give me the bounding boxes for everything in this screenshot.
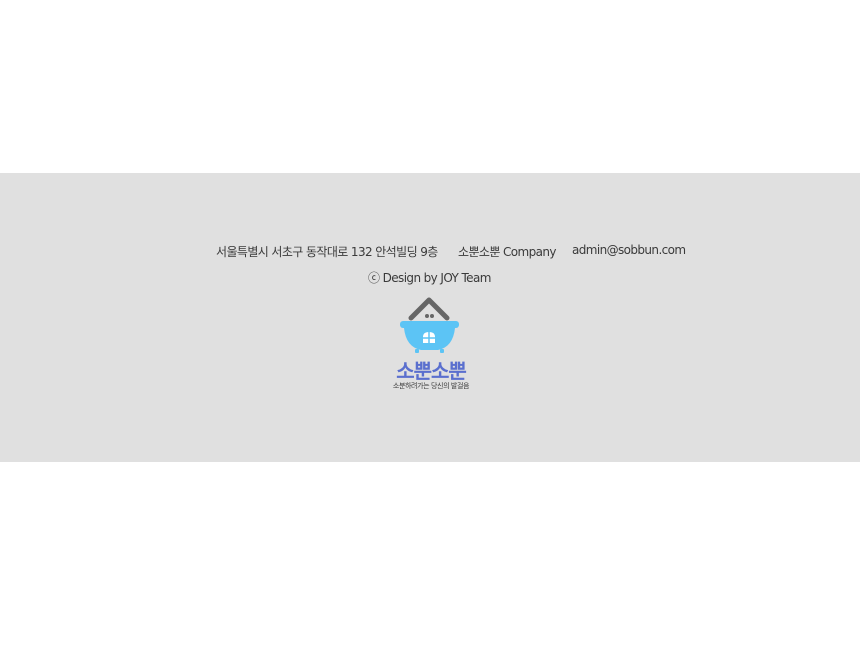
footer-logo[interactable]: 소뿐소뿐 소분하려가는 당신의 발걸음: [384, 295, 478, 395]
footer-address: 서울특별시 서초구 동작대로 132 안석빌딩 9층: [216, 245, 438, 259]
logo-name: 소뿐소뿐: [396, 359, 467, 383]
footer-email: admin@sobbun.com: [572, 243, 686, 257]
footer-info-row: 서울특별시 서초구 동작대로 132 안석빌딩 9층 소뿐소뿐 Company …: [0, 243, 860, 259]
footer-company: 소뿐소뿐 Company: [458, 245, 556, 259]
site-footer: 서울특별시 서초구 동작대로 132 안석빌딩 9층 소뿐소뿐 Company …: [0, 173, 860, 462]
page: 서울특별시 서초구 동작대로 132 안석빌딩 9층 소뿐소뿐 Company …: [0, 0, 862, 671]
house-bathtub-icon: [400, 297, 459, 353]
logo-tagline: 소분하려가는 당신의 발걸음: [392, 382, 470, 390]
footer-credit: ⓒ Design by JOY Team: [368, 271, 491, 285]
